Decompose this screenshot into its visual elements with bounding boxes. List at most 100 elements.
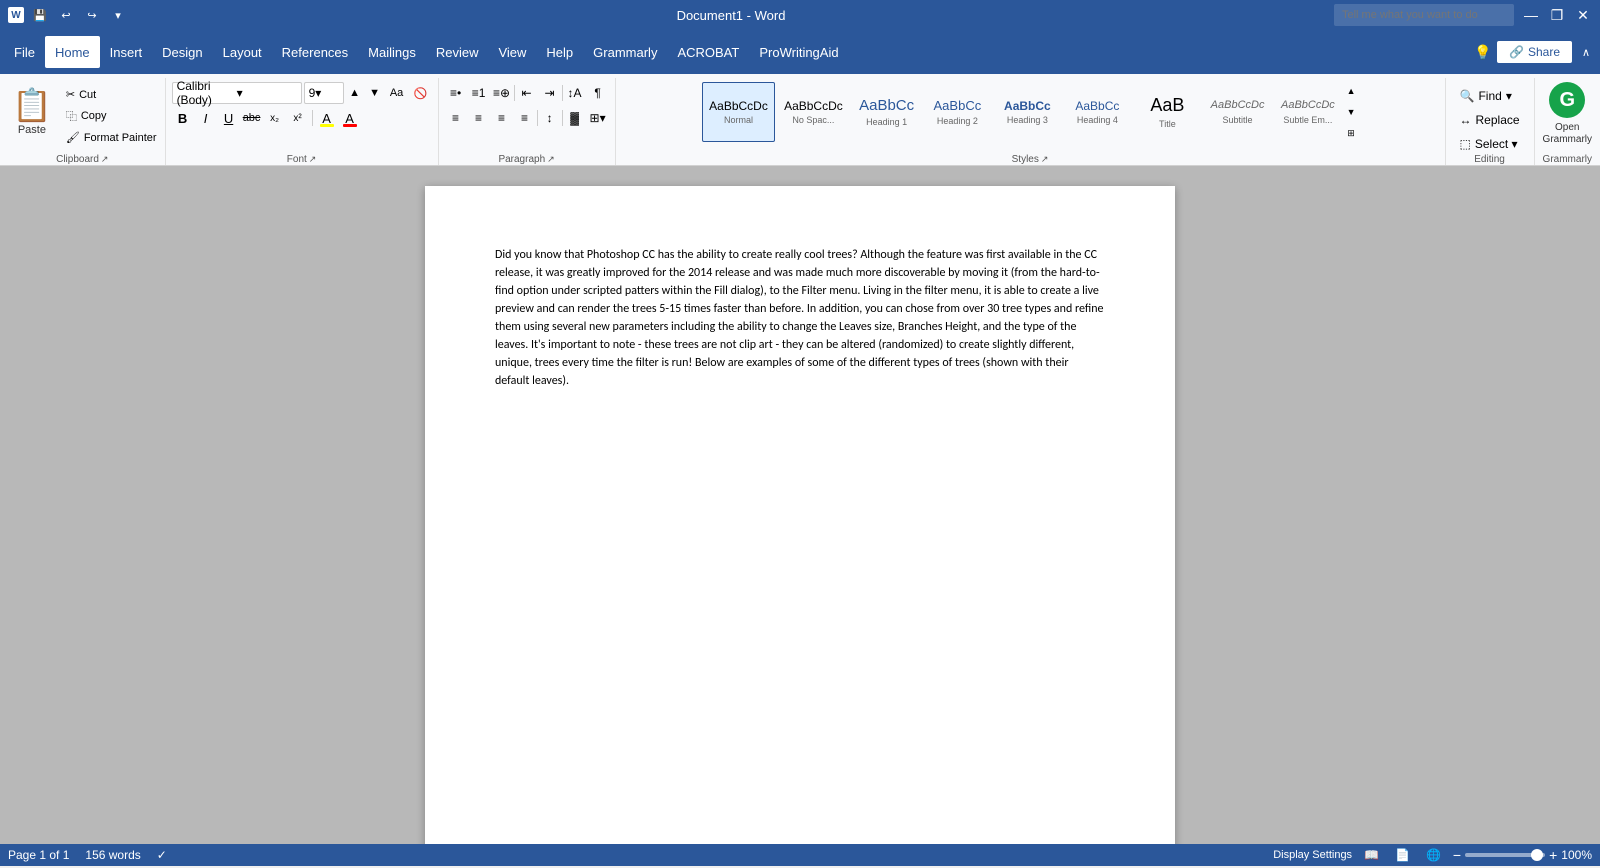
copy-icon: ⿻ — [66, 108, 77, 124]
style-subtle-em-item[interactable]: AaBbCcDc Subtle Em... — [1274, 82, 1342, 142]
share-button[interactable]: 🔗 Share — [1497, 41, 1572, 63]
font-size-decrease-button[interactable]: ▼ — [366, 84, 384, 102]
borders-button[interactable]: ⊞▾ — [587, 107, 609, 129]
close-button[interactable]: ✕ — [1574, 6, 1592, 24]
menu-layout[interactable]: Layout — [213, 36, 272, 68]
menu-acrobat[interactable]: ACROBAT — [667, 36, 749, 68]
style-heading2-item[interactable]: AaBbCc Heading 2 — [923, 82, 991, 142]
bold-button[interactable]: B — [172, 107, 194, 129]
style-heading4-item[interactable]: AaBbCc Heading 4 — [1063, 82, 1131, 142]
menu-prowritingaid[interactable]: ProWritingAid — [749, 36, 848, 68]
sort-button[interactable]: ↕A — [564, 82, 586, 104]
clipboard-expand-icon[interactable]: ↗ — [101, 154, 109, 165]
styles-scroll-up-button[interactable]: ▲ — [1344, 84, 1358, 98]
font-dropdown-icon: ▾ — [237, 86, 297, 100]
grammarly-group-label: Grammarly — [1543, 154, 1592, 165]
menu-home[interactable]: Home — [45, 36, 100, 68]
styles-more-button[interactable]: ⊞ — [1344, 126, 1358, 140]
tell-me-input[interactable] — [1334, 4, 1514, 26]
zoom-out-button[interactable]: − — [1453, 847, 1461, 863]
styles-scroll-down-button[interactable]: ▼ — [1344, 105, 1358, 119]
align-right-button[interactable]: ≡ — [491, 107, 513, 129]
subscript-button[interactable]: x₂ — [264, 107, 286, 129]
font-label: Font — [287, 154, 307, 165]
customize-qat-button[interactable]: ▾ — [108, 5, 128, 25]
editing-group: 🔍 Find ▾ ↔ Replace ⬚ Select ▾ Editing — [1446, 78, 1535, 165]
paragraph-expand-icon[interactable]: ↗ — [547, 154, 555, 165]
underline-button[interactable]: U — [218, 107, 240, 129]
shading-icon: ▓ — [570, 111, 579, 125]
numbering-button[interactable]: ≡1 — [468, 82, 490, 104]
document-content[interactable]: Did you know that Photoshop CC has the a… — [495, 246, 1105, 390]
text-highlight-button[interactable]: A — [316, 107, 338, 129]
undo-qat-button[interactable]: ↩ — [56, 5, 76, 25]
align-center-button[interactable]: ≡ — [468, 107, 490, 129]
redo-qat-button[interactable]: ↪ — [82, 5, 102, 25]
font-color-button[interactable]: A — [339, 107, 361, 129]
italic-button[interactable]: I — [195, 107, 217, 129]
show-formatting-button[interactable]: ¶ — [587, 82, 609, 104]
increase-indent-button[interactable]: ⇥ — [539, 82, 561, 104]
paragraph-label: Paragraph — [498, 154, 545, 165]
line-spacing-button[interactable]: ↕ — [539, 107, 561, 129]
styles-expand-icon[interactable]: ↗ — [1041, 154, 1049, 165]
restore-button[interactable]: ❐ — [1548, 6, 1566, 24]
replace-button[interactable]: ↔ Replace — [1452, 110, 1528, 130]
menu-mailings[interactable]: Mailings — [358, 36, 426, 68]
document-area[interactable]: Did you know that Photoshop CC has the a… — [0, 166, 1600, 844]
cut-button[interactable]: ✂ Cut — [62, 86, 161, 103]
paragraph-label-row: Paragraph ↗ — [445, 154, 609, 165]
font-family-selector[interactable]: Calibri (Body) ▾ — [172, 82, 302, 104]
paragraph-1[interactable]: Did you know that Photoshop CC has the a… — [495, 246, 1105, 390]
help-icon[interactable]: 💡 — [1473, 42, 1493, 62]
menu-review[interactable]: Review — [426, 36, 489, 68]
proofing-icon[interactable]: ✓ — [157, 848, 167, 862]
clear-format-button[interactable]: 🚫 — [410, 82, 432, 104]
menu-insert[interactable]: Insert — [100, 36, 153, 68]
justify-button[interactable]: ≡ — [514, 107, 536, 129]
menu-design[interactable]: Design — [152, 36, 212, 68]
ribbon: 📋 Paste ✂ Cut ⿻ Copy 🖌 — [0, 74, 1600, 166]
ribbon-collapse-button[interactable]: ∧ — [1576, 42, 1596, 62]
decrease-indent-button[interactable]: ⇤ — [516, 82, 538, 104]
text-case-button[interactable]: Aa — [386, 82, 408, 104]
display-settings-button[interactable]: Display Settings — [1273, 849, 1352, 861]
view-web-button[interactable]: 🌐 — [1422, 846, 1445, 864]
font-expand-icon[interactable]: ↗ — [309, 154, 317, 165]
style-heading1-item[interactable]: AaBbCc Heading 1 — [852, 82, 922, 142]
zoom-in-button[interactable]: + — [1549, 847, 1557, 863]
grammarly-open-button[interactable]: G — [1549, 82, 1585, 118]
menu-bar-right: 💡 🔗 Share ∧ — [1473, 41, 1596, 63]
bullets-button[interactable]: ≡• — [445, 82, 467, 104]
format-painter-button[interactable]: 🖌 Format Painter — [62, 129, 161, 146]
style-normal-item[interactable]: AaBbCcDc Normal — [702, 82, 775, 142]
style-subtitle-item[interactable]: AaBbCcDc Subtitle — [1203, 82, 1271, 142]
view-print-button[interactable]: 📄 — [1391, 846, 1414, 864]
menu-file[interactable]: File — [4, 36, 45, 68]
align-left-button[interactable]: ≡ — [445, 107, 467, 129]
save-qat-button[interactable]: 💾 — [30, 5, 50, 25]
menu-help[interactable]: Help — [536, 36, 583, 68]
font-size-increase-button[interactable]: ▲ — [346, 84, 364, 102]
find-button[interactable]: 🔍 Find ▾ — [1452, 86, 1528, 106]
strikethrough-button[interactable]: abc — [241, 107, 263, 129]
font-size-selector[interactable]: 9 ▾ — [304, 82, 344, 104]
view-read-button[interactable]: 📖 — [1360, 846, 1383, 864]
style-nospace-item[interactable]: AaBbCcDc No Spac... — [777, 82, 850, 142]
copy-button[interactable]: ⿻ Copy — [62, 106, 161, 126]
style-heading3-item[interactable]: AaBbCc Heading 3 — [993, 82, 1061, 142]
menu-view[interactable]: View — [488, 36, 536, 68]
superscript-button[interactable]: x² — [287, 107, 309, 129]
menu-references[interactable]: References — [272, 36, 358, 68]
zoom-percent[interactable]: 100% — [1561, 848, 1592, 862]
multilevel-button[interactable]: ≡⊕ — [491, 82, 513, 104]
style-title-item[interactable]: AaB Title — [1133, 82, 1201, 142]
editing-label: Editing — [1474, 154, 1505, 165]
minimize-button[interactable]: — — [1522, 6, 1540, 24]
menu-grammarly[interactable]: Grammarly — [583, 36, 667, 68]
zoom-controls: − + 100% — [1453, 847, 1592, 863]
shading-button[interactable]: ▓ — [564, 107, 586, 129]
select-button[interactable]: ⬚ Select ▾ — [1452, 134, 1528, 154]
paste-button[interactable]: 📋 Paste — [4, 82, 60, 140]
zoom-slider[interactable] — [1465, 853, 1545, 857]
